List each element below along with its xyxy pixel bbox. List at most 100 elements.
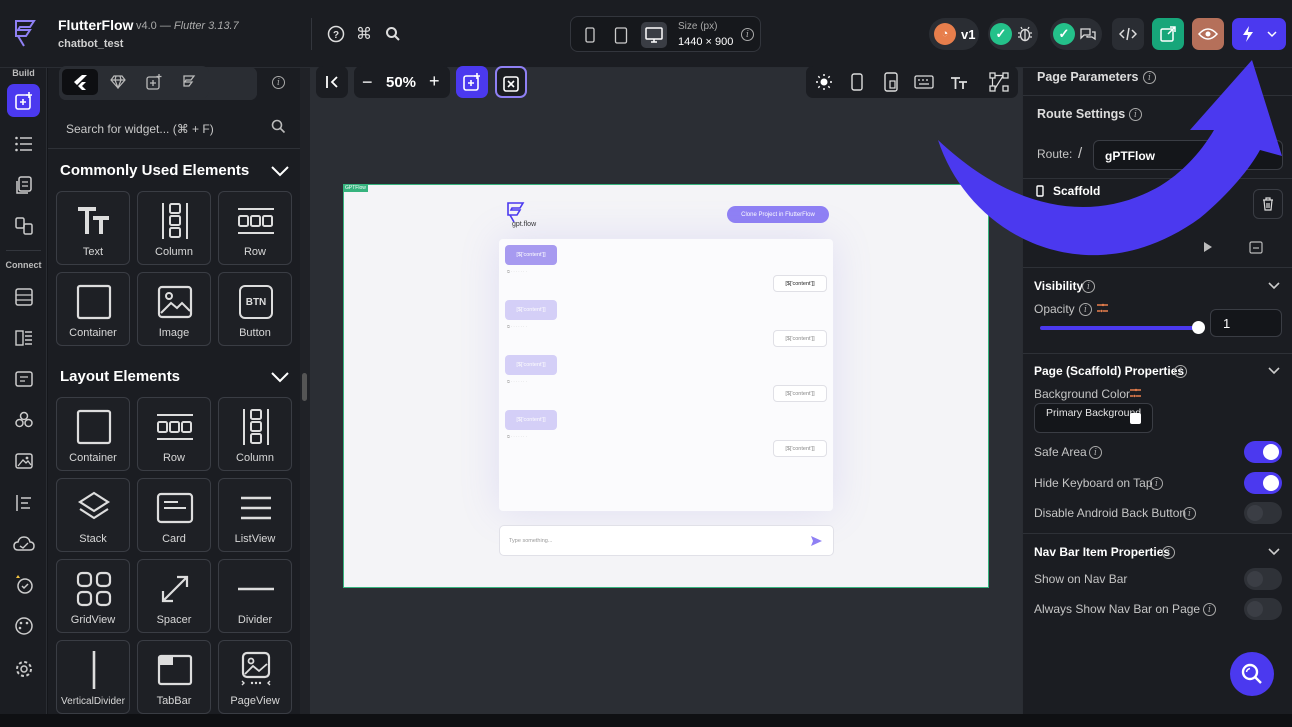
- widget-tile-row[interactable]: Row: [218, 191, 292, 265]
- info-icon[interactable]: i: [1129, 108, 1142, 121]
- copy-response-icon[interactable]: ⧉ · · · · · · ·: [507, 434, 527, 439]
- route-settings-header[interactable]: Route Settings: [1037, 107, 1125, 121]
- widget-tile-divider[interactable]: Divider: [218, 559, 292, 633]
- edit-pencil-icon[interactable]: [1102, 209, 1115, 222]
- flutter-widgets-tab-icon[interactable]: [62, 69, 98, 95]
- page-preview-frame[interactable]: GPTFlow gpt.flow Clone Project in Flutte…: [343, 184, 989, 588]
- media-assets-icon[interactable]: [7, 444, 40, 477]
- info-icon[interactable]: i: [1082, 280, 1095, 293]
- info-icon[interactable]: i: [1079, 303, 1092, 316]
- command-palette-icon[interactable]: ⌘: [354, 24, 374, 44]
- chevron-down-icon[interactable]: [270, 164, 290, 178]
- delete-button[interactable]: [1253, 189, 1283, 219]
- help-icon[interactable]: ?: [326, 24, 346, 44]
- widget-tile-container[interactable]: Container: [56, 272, 130, 346]
- diamond-icon[interactable]: [100, 69, 136, 95]
- send-icon[interactable]: [810, 535, 823, 547]
- data-schema-icon[interactable]: [7, 321, 40, 354]
- widget-tile-listview[interactable]: ListView: [218, 478, 292, 552]
- version-button[interactable]: ◔ v1: [929, 18, 979, 50]
- widget-tile-stack[interactable]: Stack: [56, 478, 130, 552]
- page-name[interactable]: GPTFlow: [1034, 205, 1097, 222]
- widget-tile-spacer[interactable]: Spacer: [137, 559, 211, 633]
- run-button[interactable]: [1232, 18, 1286, 50]
- keyboard-icon[interactable]: [914, 75, 934, 89]
- page-parameters-header[interactable]: Page Parameters: [1037, 70, 1138, 84]
- widget-tile-row[interactable]: Row: [137, 397, 211, 471]
- widget-search-input[interactable]: [66, 122, 266, 136]
- widget-tile-column[interactable]: Column: [137, 191, 211, 265]
- chat-input[interactable]: Type something...: [499, 525, 834, 556]
- folder-icon[interactable]: [1249, 240, 1263, 254]
- play-icon[interactable]: [1203, 241, 1213, 253]
- library-icon[interactable]: [171, 69, 207, 95]
- show-nav-bar-toggle[interactable]: [1244, 568, 1282, 590]
- debug-button[interactable]: ✓: [988, 18, 1038, 50]
- light-mode-icon[interactable]: [815, 73, 833, 91]
- outgoing-message[interactable]: [$['content']]: [773, 275, 827, 292]
- components-icon[interactable]: [7, 209, 40, 242]
- copy-response-icon[interactable]: ⧉ · · · · · · ·: [507, 269, 527, 274]
- chevron-down-icon[interactable]: [1267, 547, 1281, 557]
- search-icon[interactable]: [271, 119, 286, 134]
- responsive-icon[interactable]: [884, 72, 898, 92]
- widget-tree-icon[interactable]: [7, 127, 40, 160]
- info-icon[interactable]: i: [1174, 365, 1187, 378]
- hide-keyboard-toggle[interactable]: [1244, 472, 1282, 494]
- flutterflow-logo-icon[interactable]: [10, 18, 38, 48]
- widget-tile-pageview[interactable]: PageView: [218, 640, 292, 714]
- remove-widget-button[interactable]: [495, 66, 527, 98]
- scrollbar-thumb[interactable]: [302, 373, 307, 401]
- nav-bar-properties-header[interactable]: Nav Bar Item Properties: [1034, 545, 1170, 559]
- size-value[interactable]: 1440 × 900: [678, 36, 733, 48]
- route-field[interactable]: gPTFlow: [1093, 140, 1283, 170]
- info-icon[interactable]: i: [1143, 71, 1156, 84]
- info-icon[interactable]: i: [741, 28, 754, 41]
- copy-response-icon[interactable]: ⧉ · · · · · · ·: [507, 324, 527, 329]
- opacity-input[interactable]: 1: [1210, 309, 1282, 337]
- preview-button[interactable]: [1192, 18, 1224, 50]
- widget-tile-column[interactable]: Column: [218, 397, 292, 471]
- code-view-button[interactable]: [1112, 18, 1144, 50]
- add-component-icon[interactable]: [136, 69, 172, 95]
- incoming-message[interactable]: [$['content']]: [505, 410, 557, 430]
- floating-search-button[interactable]: [1230, 652, 1274, 696]
- info-icon[interactable]: i: [1162, 546, 1175, 559]
- chevron-down-icon[interactable]: [1267, 366, 1281, 376]
- copy-response-icon[interactable]: ⧉ · · · · · · ·: [507, 379, 527, 384]
- visibility-header[interactable]: Visibility: [1034, 279, 1083, 293]
- outgoing-message[interactable]: [$['content']]: [773, 385, 827, 402]
- widget-tile-image[interactable]: Image: [137, 272, 211, 346]
- opacity-slider-handle[interactable]: [1192, 321, 1205, 334]
- tablet-icon[interactable]: [608, 22, 634, 48]
- pages-icon[interactable]: [7, 168, 40, 201]
- widget-tree-toggle-icon[interactable]: [989, 72, 1009, 92]
- page-properties-header[interactable]: Page (Scaffold) Properties: [1034, 364, 1184, 378]
- widget-tile-container[interactable]: Container: [56, 397, 130, 471]
- info-icon[interactable]: i: [1203, 603, 1216, 616]
- database-icon[interactable]: [7, 280, 40, 313]
- info-icon[interactable]: i: [1150, 477, 1163, 490]
- open-external-button[interactable]: [1152, 18, 1184, 50]
- incoming-message[interactable]: [$['content']]: [505, 355, 557, 375]
- widget-tile-verticaldivider[interactable]: VerticalDivider: [56, 640, 130, 714]
- desktop-icon[interactable]: [641, 22, 667, 48]
- zoom-level[interactable]: 50%: [386, 74, 416, 91]
- zoom-in-icon[interactable]: +: [429, 71, 440, 92]
- incoming-message[interactable]: [$['content']]: [505, 300, 557, 320]
- testing-icon[interactable]: [7, 568, 40, 601]
- set-from-variable-icon[interactable]: [1096, 302, 1109, 315]
- info-icon[interactable]: i: [1089, 446, 1102, 459]
- safe-area-toggle[interactable]: [1244, 441, 1282, 463]
- text-scale-icon[interactable]: [950, 74, 968, 90]
- custom-code-icon[interactable]: [7, 486, 40, 519]
- settings-icon[interactable]: [7, 652, 40, 685]
- disable-back-toggle[interactable]: [1244, 502, 1282, 524]
- add-widget-button[interactable]: [456, 66, 488, 98]
- outgoing-message[interactable]: [$['content']]: [773, 440, 827, 457]
- widget-tile-tabbar[interactable]: TabBar: [137, 640, 211, 714]
- widget-tile-text[interactable]: Text: [56, 191, 130, 265]
- widget-panel-scrollbar[interactable]: [300, 68, 310, 727]
- widget-tile-card[interactable]: Card: [137, 478, 211, 552]
- collapse-panel-button[interactable]: [316, 66, 348, 98]
